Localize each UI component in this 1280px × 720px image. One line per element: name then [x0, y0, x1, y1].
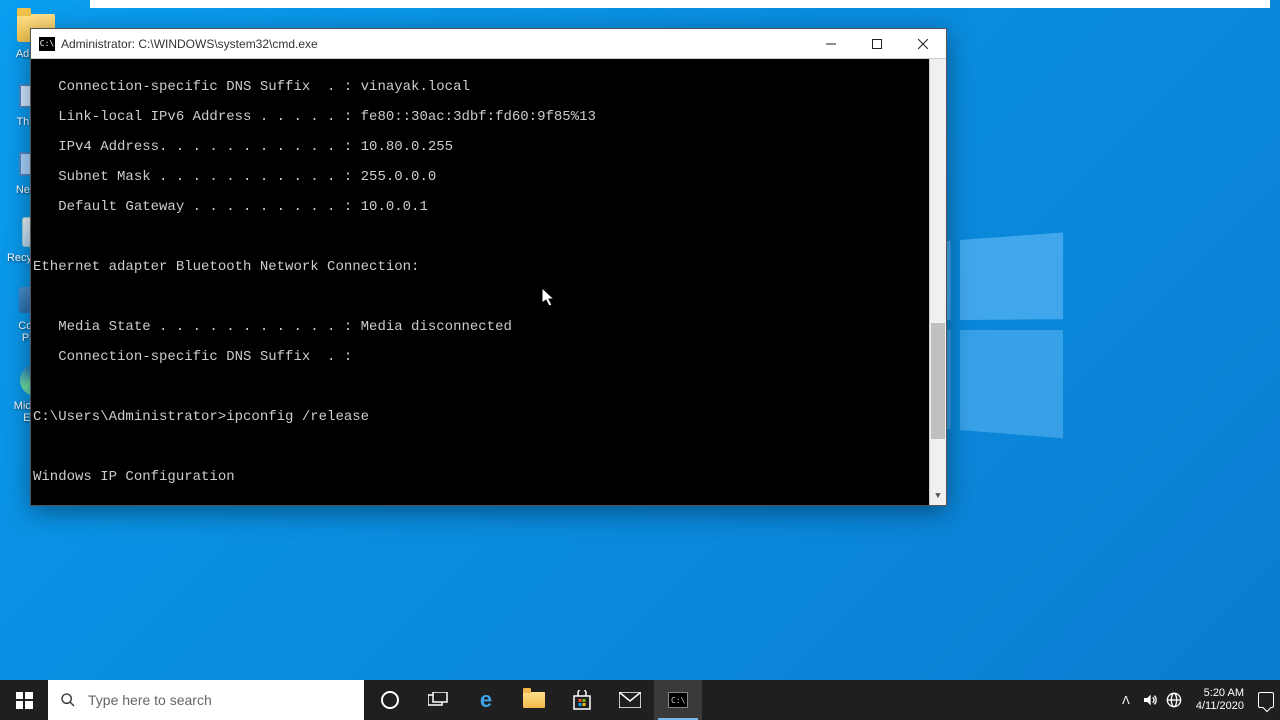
terminal-line	[33, 500, 946, 505]
task-view[interactable]	[414, 680, 462, 720]
terminal-line: Link-local IPv6 Address . . . . . : fe80…	[33, 110, 946, 125]
system-tray: ᐱ 5:20 AM 4/11/2020	[1118, 680, 1280, 720]
terminal-line	[33, 380, 946, 395]
terminal-line: C:\Users\Administrator>ipconfig /release	[33, 410, 946, 425]
folder-icon	[523, 692, 545, 708]
task-edge[interactable]: e	[462, 680, 510, 720]
tray-clock[interactable]: 5:20 AM 4/11/2020	[1190, 687, 1250, 713]
minimize-button[interactable]	[808, 29, 854, 59]
task-store[interactable]	[558, 680, 606, 720]
terminal-line	[33, 440, 946, 455]
task-mail[interactable]	[606, 680, 654, 720]
close-button[interactable]	[900, 29, 946, 59]
scroll-down-arrow-icon[interactable]: ▼	[930, 488, 946, 505]
terminal-line: Ethernet adapter Bluetooth Network Conne…	[33, 260, 946, 275]
cmd-window[interactable]: C:\ Administrator: C:\WINDOWS\system32\c…	[30, 28, 947, 506]
tray-date: 4/11/2020	[1196, 700, 1244, 713]
taskbar: Type here to search e C:\ ᐱ	[0, 680, 1280, 720]
task-cmd[interactable]: C:\	[654, 680, 702, 720]
tray-time: 5:20 AM	[1196, 687, 1244, 700]
terminal-line	[33, 230, 946, 245]
tray-show-hidden-icons[interactable]: ᐱ	[1118, 692, 1134, 708]
terminal-line: Subnet Mask . . . . . . . . . . . : 255.…	[33, 170, 946, 185]
window-title: Administrator: C:\WINDOWS\system32\cmd.e…	[61, 37, 808, 51]
search-placeholder: Type here to search	[88, 692, 212, 708]
store-icon	[572, 690, 592, 710]
mail-icon	[619, 692, 641, 708]
terminal-line: Default Gateway . . . . . . . . . : 10.0…	[33, 200, 946, 215]
maximize-button[interactable]	[854, 29, 900, 59]
terminal-line	[33, 290, 946, 305]
start-button[interactable]	[0, 680, 48, 720]
action-center-icon	[1258, 692, 1274, 708]
edge-icon: e	[480, 687, 492, 713]
tray-action-center[interactable]	[1258, 692, 1274, 708]
terminal-output[interactable]: Connection-specific DNS Suffix . : vinay…	[31, 59, 946, 505]
search-icon	[60, 692, 76, 708]
terminal-line: Connection-specific DNS Suffix . : vinay…	[33, 80, 946, 95]
scroll-track[interactable]	[930, 76, 946, 488]
taskbar-search[interactable]: Type here to search	[48, 680, 364, 720]
cmd-taskbar-icon: C:\	[668, 692, 688, 708]
windows-logo-icon	[16, 692, 33, 709]
task-cortana[interactable]	[366, 680, 414, 720]
tray-network-icon[interactable]	[1166, 692, 1182, 708]
cmd-icon: C:\	[39, 37, 55, 51]
titlebar[interactable]: C:\ Administrator: C:\WINDOWS\system32\c…	[31, 29, 946, 59]
terminal-line: Media State . . . . . . . . . . . : Medi…	[33, 320, 946, 335]
terminal-line: Windows IP Configuration	[33, 470, 946, 485]
scrollbar[interactable]: ▲ ▼	[929, 59, 946, 505]
task-file-explorer[interactable]	[510, 680, 558, 720]
scroll-thumb[interactable]	[931, 323, 945, 438]
task-view-icon	[428, 692, 448, 708]
cortana-icon	[380, 690, 400, 710]
tray-volume-icon[interactable]	[1142, 692, 1158, 708]
terminal-line: Connection-specific DNS Suffix . :	[33, 350, 946, 365]
terminal-line: IPv4 Address. . . . . . . . . . . : 10.8…	[33, 140, 946, 155]
